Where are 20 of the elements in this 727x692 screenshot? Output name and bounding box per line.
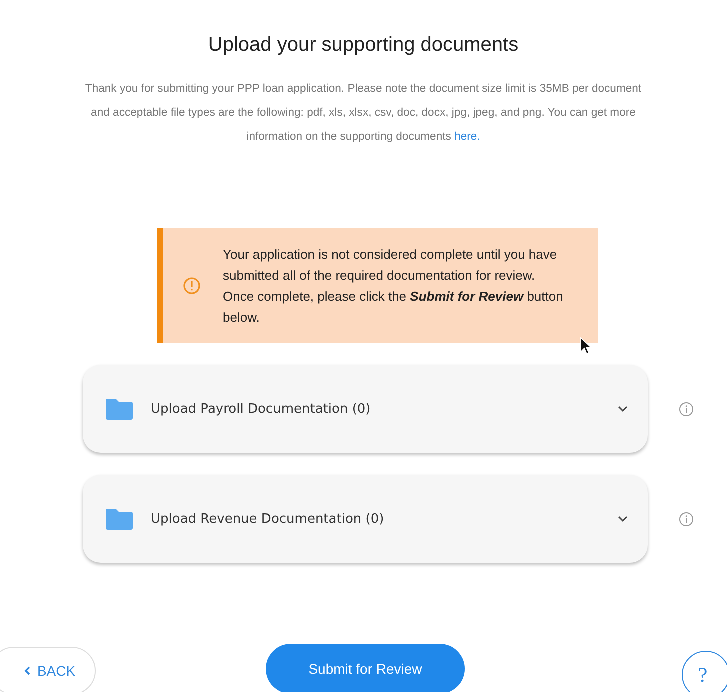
chevron-icon [618, 516, 628, 522]
submit-button[interactable]: Submit for Review [266, 644, 465, 692]
folder-icon [106, 508, 133, 530]
folder-icon [106, 398, 133, 420]
chevron-icon [618, 406, 628, 412]
chevron-left-icon [24, 666, 32, 676]
alert-text: Your application is not considered complete until you have submitted all of the required documentation for review. Once complete, please click the Submit for Review button below. [223, 246, 564, 326]
cursor-icon [580, 337, 592, 355]
here-link[interactable]: here. [454, 131, 480, 143]
page-title: Upload your supporting documents [208, 34, 519, 57]
warning-icon [183, 276, 201, 294]
help-button[interactable]: ? [682, 651, 727, 692]
upload-section[interactable]: Upload Revenue Documentation (0) [83, 475, 648, 563]
section-label: Upload Revenue Documentation (0) [151, 512, 386, 526]
intro-paragraph: Thank you for submitting your PPP loan application. Please note the document size limit is 35MB per document and acceptable file types are the following: pdf, xls, xlsx, csv, doc, docx, jpg, jpeg, and png. You can get more information on the supporting documents here. [84, 82, 643, 145]
info-icon[interactable] [679, 402, 694, 416]
info-icon[interactable] [679, 512, 694, 526]
back-button[interactable]: BACK [0, 647, 96, 692]
upload-section[interactable]: Upload Payroll Documentation (0) [83, 365, 648, 453]
section-label: Upload Payroll Documentation (0) [151, 402, 372, 416]
